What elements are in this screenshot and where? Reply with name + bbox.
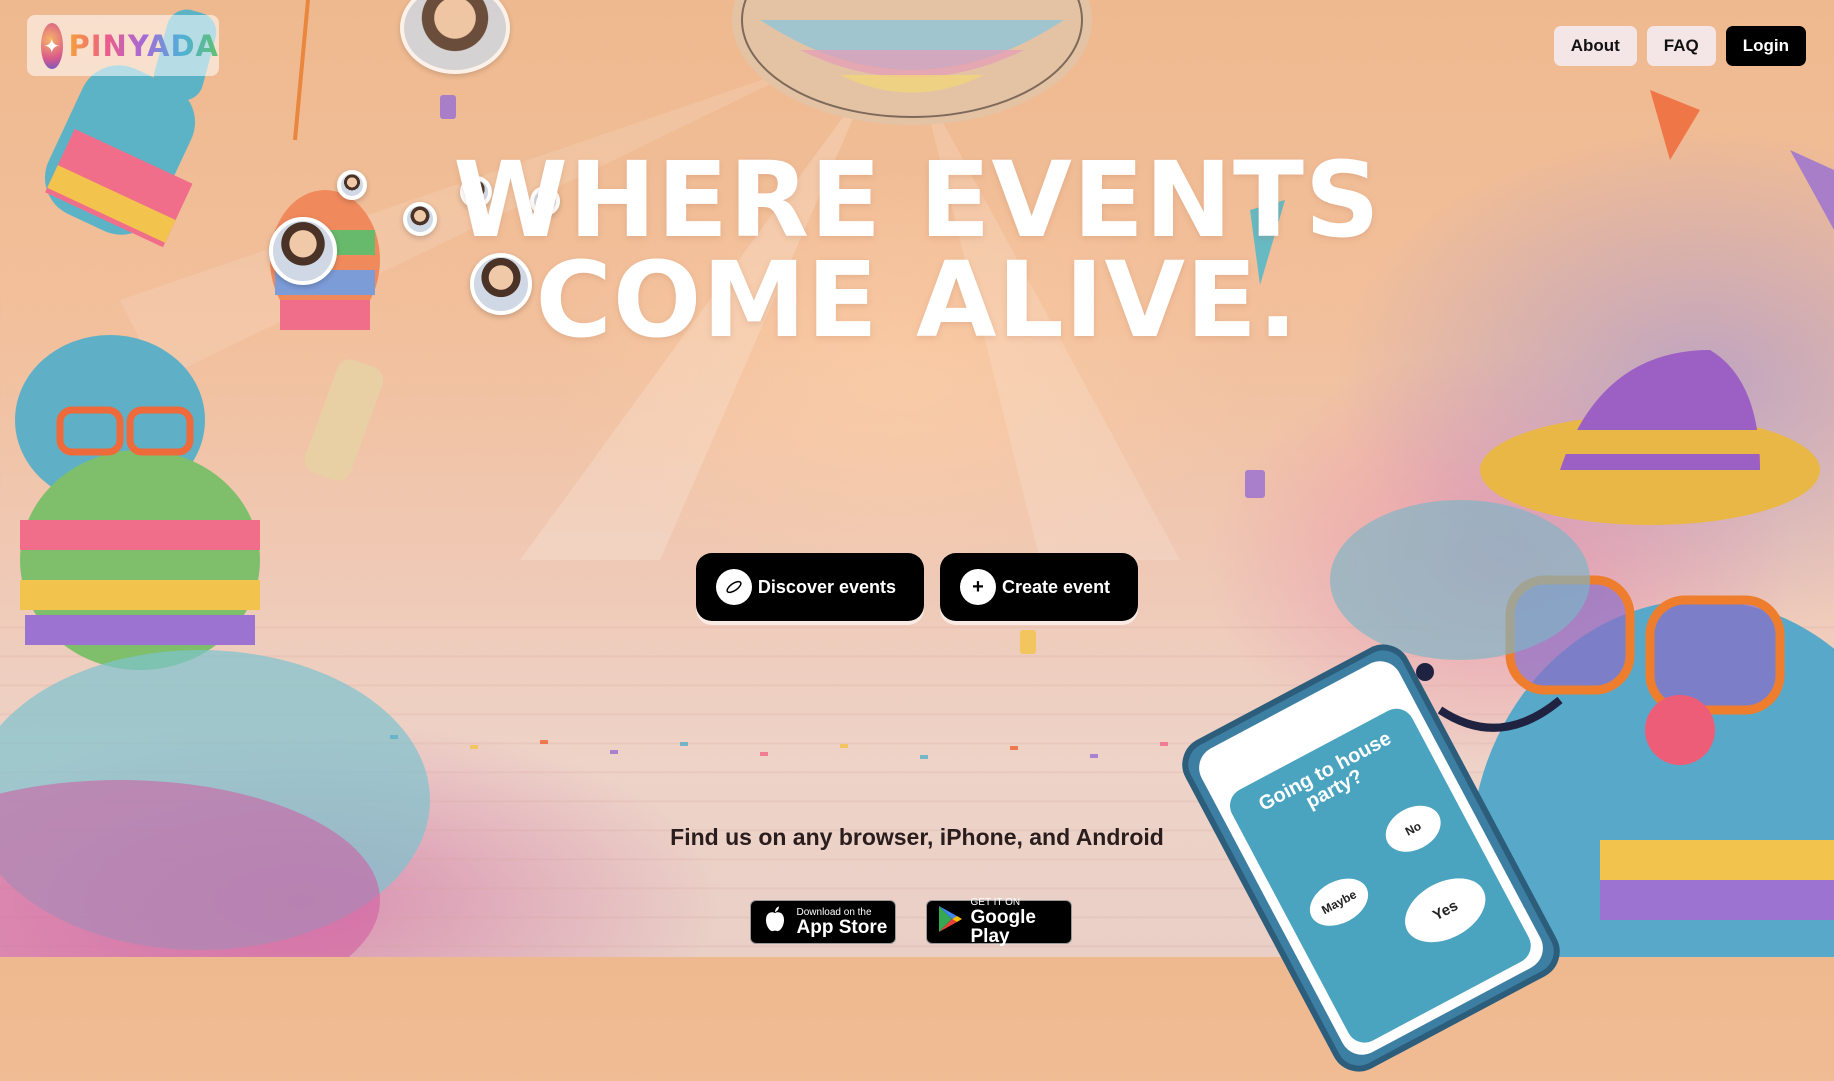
disco-ball-icon <box>732 0 1092 125</box>
google-play-badge[interactable]: GET IT ON Google Play <box>925 898 1072 947</box>
discover-events-label: Discover events <box>757 576 896 597</box>
avatar <box>400 0 510 74</box>
login-button[interactable]: Login <box>1725 26 1806 66</box>
hero-headline: WHERE EVENTS COME ALIVE. <box>0 139 1834 361</box>
google-play-icon <box>937 905 963 940</box>
hero-line-1: WHERE EVENTS <box>453 139 1381 261</box>
create-event-label: Create event <box>1002 576 1111 597</box>
discover-events-button[interactable]: Discover events <box>695 553 924 621</box>
brand-logo[interactable]: ✦ PINYADA <box>27 15 219 76</box>
google-play-label: Google Play <box>970 907 1036 947</box>
app-store-badge[interactable]: Download on the App Store <box>749 900 896 944</box>
pinata-logo-icon: ✦ <box>41 22 63 69</box>
store-badges: Download on the App Store GET IT ON Goog… <box>0 898 1834 947</box>
plus-icon: + <box>960 569 996 605</box>
hero-line-2: COME ALIVE. <box>535 239 1299 361</box>
top-nav: About FAQ Login <box>1553 26 1806 66</box>
apple-icon <box>761 905 789 940</box>
app-store-small-text: Download on the <box>796 906 872 918</box>
brand-name: PINYADA <box>68 28 219 63</box>
compass-icon <box>715 569 752 605</box>
create-event-button[interactable]: + Create event <box>940 553 1139 621</box>
about-button[interactable]: About <box>1553 26 1637 66</box>
app-store-label: App Store <box>796 916 888 938</box>
cta-row: Discover events + Create event <box>0 553 1834 621</box>
platforms-text: Find us on any browser, iPhone, and Andr… <box>670 824 1164 850</box>
faq-button[interactable]: FAQ <box>1646 26 1716 66</box>
